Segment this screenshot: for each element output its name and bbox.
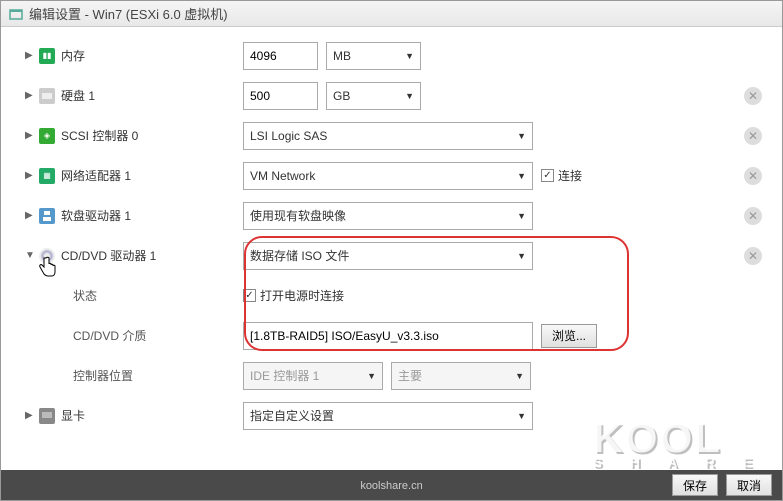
expand-icon[interactable]: ▶ xyxy=(25,90,35,101)
expand-icon[interactable]: ▶ xyxy=(25,410,35,421)
memory-unit-select[interactable]: MB xyxy=(326,42,421,70)
row-cdrom: ▼ CD/DVD 驱动器 1 数据存储 ISO 文件 ✕ xyxy=(13,235,782,275)
remove-icon[interactable]: ✕ xyxy=(744,127,762,145)
dialog-footer: 保存 取消 xyxy=(1,470,782,500)
cdrom-icon xyxy=(39,248,55,264)
row-memory: ▶ ▮▮ 内存 MB xyxy=(13,35,782,75)
remove-icon[interactable]: ✕ xyxy=(744,247,762,265)
cdrom-controller-select[interactable]: IDE 控制器 1 xyxy=(243,362,383,390)
floppy-icon xyxy=(39,208,55,224)
gpu-label: 显卡 xyxy=(61,407,85,424)
network-connect-checkbox-wrap: 连接 xyxy=(541,167,582,184)
cancel-button[interactable]: 取消 xyxy=(726,474,772,496)
cdrom-media-input[interactable] xyxy=(243,322,533,350)
expand-icon[interactable]: ▶ xyxy=(25,50,35,61)
row-gpu: ▶ 显卡 指定自定义设置 xyxy=(13,395,782,435)
cdrom-status-label: 状态 xyxy=(73,287,97,304)
network-connect-checkbox[interactable] xyxy=(541,169,554,182)
dialog-titlebar: 编辑设置 - Win7 (ESXi 6.0 虚拟机) xyxy=(1,1,782,27)
row-cdrom-status: 状态 打开电源时连接 xyxy=(13,275,782,315)
settings-content: ▶ ▮▮ 内存 MB ▶ 硬盘 1 GB ✕ xyxy=(1,27,782,472)
remove-icon[interactable]: ✕ xyxy=(744,167,762,185)
cdrom-controller-label: 控制器位置 xyxy=(73,367,133,384)
gpu-select[interactable]: 指定自定义设置 xyxy=(243,402,533,430)
network-label: 网络适配器 1 xyxy=(61,167,131,184)
network-select[interactable]: VM Network xyxy=(243,162,533,190)
hdd-icon xyxy=(39,88,55,104)
cdrom-label: CD/DVD 驱动器 1 xyxy=(61,247,156,264)
scsi-type-select[interactable]: LSI Logic SAS xyxy=(243,122,533,150)
save-button[interactable]: 保存 xyxy=(672,474,718,496)
row-cdrom-controller: 控制器位置 IDE 控制器 1 主要 xyxy=(13,355,782,395)
hdd-label: 硬盘 1 xyxy=(61,87,95,104)
cdrom-media-label: CD/DVD 介质 xyxy=(73,327,146,344)
dialog-title: 编辑设置 - Win7 (ESXi 6.0 虚拟机) xyxy=(29,4,228,23)
edit-settings-dialog: 编辑设置 - Win7 (ESXi 6.0 虚拟机) ▶ ▮▮ 内存 MB ▶ … xyxy=(0,0,783,501)
scsi-label: SCSI 控制器 0 xyxy=(61,127,138,144)
row-network: ▶ ▦ 网络适配器 1 VM Network 连接 ✕ xyxy=(13,155,782,195)
remove-icon[interactable]: ✕ xyxy=(744,207,762,225)
hdd-size-input[interactable] xyxy=(243,82,318,110)
row-scsi: ▶ ◈ SCSI 控制器 0 LSI Logic SAS ✕ xyxy=(13,115,782,155)
scsi-icon: ◈ xyxy=(39,128,55,144)
collapse-icon[interactable]: ▼ xyxy=(25,250,35,261)
row-floppy: ▶ 软盘驱动器 1 使用现有软盘映像 ✕ xyxy=(13,195,782,235)
remove-icon[interactable]: ✕ xyxy=(744,87,762,105)
row-cdrom-media: CD/DVD 介质 浏览... xyxy=(13,315,782,355)
network-icon: ▦ xyxy=(39,168,55,184)
memory-input[interactable] xyxy=(243,42,318,70)
window-icon xyxy=(9,7,23,21)
memory-icon: ▮▮ xyxy=(39,48,55,64)
cdrom-controller-pos-select[interactable]: 主要 xyxy=(391,362,531,390)
cdrom-connect-checkbox[interactable] xyxy=(243,289,256,302)
floppy-label: 软盘驱动器 1 xyxy=(61,207,131,224)
cdrom-connect-label: 打开电源时连接 xyxy=(260,287,344,304)
browse-button[interactable]: 浏览... xyxy=(541,324,597,348)
expand-icon[interactable]: ▶ xyxy=(25,170,35,181)
gpu-icon xyxy=(39,408,55,424)
cdrom-select[interactable]: 数据存储 ISO 文件 xyxy=(243,242,533,270)
row-hdd: ▶ 硬盘 1 GB ✕ xyxy=(13,75,782,115)
memory-label: 内存 xyxy=(61,47,85,64)
network-connect-label: 连接 xyxy=(558,167,582,184)
expand-icon[interactable]: ▶ xyxy=(25,210,35,221)
expand-icon[interactable]: ▶ xyxy=(25,130,35,141)
cdrom-connect-checkbox-wrap: 打开电源时连接 xyxy=(243,287,344,304)
hdd-unit-select[interactable]: GB xyxy=(326,82,421,110)
floppy-select[interactable]: 使用现有软盘映像 xyxy=(243,202,533,230)
